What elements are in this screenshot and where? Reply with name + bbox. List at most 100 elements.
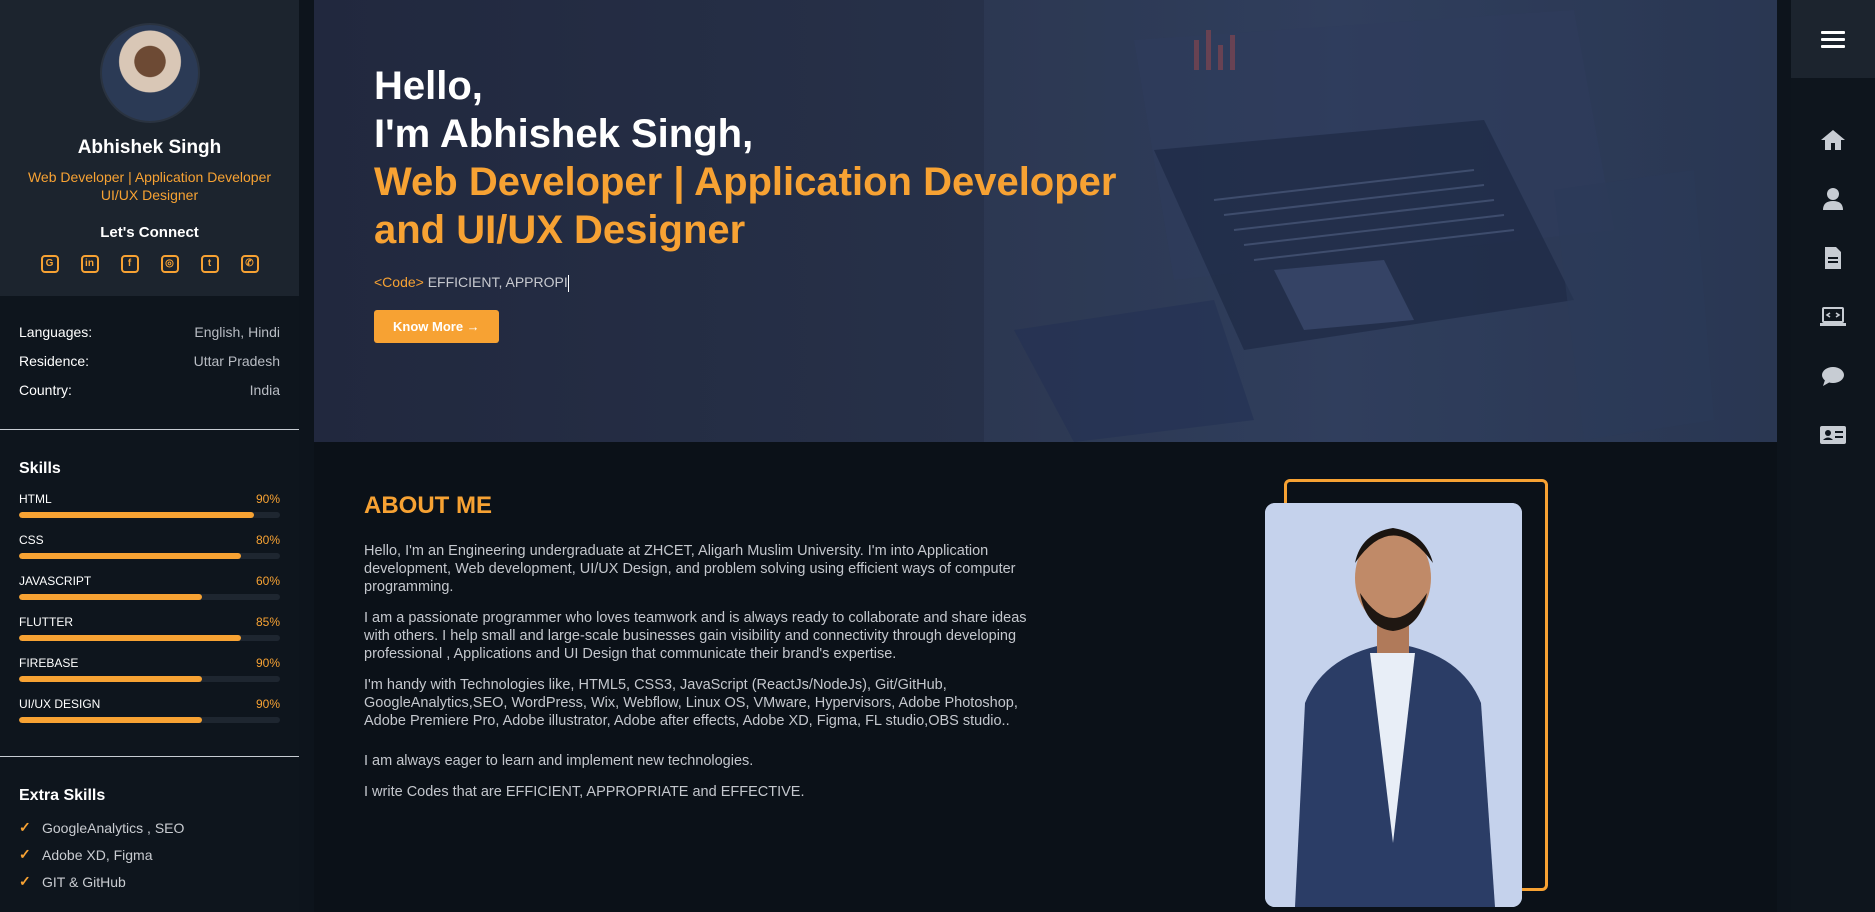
- about-paragraph: Hello, I'm an Engineering undergraduate …: [364, 543, 1016, 595]
- skill-bar-fill: [19, 553, 241, 559]
- info-key: Country:: [19, 382, 72, 398]
- person-illustration: [1265, 503, 1522, 907]
- skill-bar: [19, 676, 280, 682]
- hero-banner: Hello, I'm Abhishek Singh, Web Developer…: [314, 0, 1777, 442]
- skill-name: JAVASCRIPT: [19, 574, 92, 588]
- nav-card[interactable]: [1791, 405, 1875, 464]
- hero-role-line1: Web Developer | Application Developer: [374, 160, 1117, 204]
- github-icon[interactable]: G: [40, 255, 59, 273]
- hero-text: Hello, I'm Abhishek Singh, Web Developer…: [374, 62, 1116, 343]
- extra-skills-section: Extra Skills ✓ GoogleAnalytics , SEO ✓ Ado…: [0, 757, 299, 890]
- nav-contact[interactable]: [1791, 346, 1875, 405]
- comment-icon: [1822, 366, 1844, 386]
- extra-skill-label: Adobe XD, Figma: [42, 846, 153, 863]
- nav-portfolio[interactable]: [1791, 287, 1875, 346]
- info-row-languages: Languages: English, Hindi: [19, 324, 280, 340]
- twitter-icon[interactable]: t: [200, 255, 219, 273]
- whatsapp-icon[interactable]: ✆: [240, 255, 259, 273]
- check-icon: ✓: [19, 873, 31, 889]
- text-cursor: [567, 274, 569, 292]
- extra-skills-title: Extra Skills: [19, 787, 106, 804]
- file-icon: [1825, 246, 1841, 269]
- about-paragraph: I write Codes that are EFFICIENT, APPROP…: [364, 784, 805, 800]
- profile-role-line2: UI/UX Designer: [100, 187, 199, 203]
- user-icon: [1823, 187, 1843, 210]
- menu-button[interactable]: [1791, 0, 1875, 78]
- code-tag: <Code>: [374, 274, 424, 290]
- skill-flutter: FLUTTER 85%: [19, 615, 280, 641]
- facebook-icon[interactable]: f: [120, 255, 139, 273]
- extra-skill-label: GIT & GitHub: [42, 873, 126, 890]
- laptop-code-icon: [1820, 306, 1846, 326]
- instagram-icon[interactable]: ◎: [160, 255, 179, 273]
- profile-card: Abhishek Singh Web Developer | Applicati…: [0, 0, 299, 296]
- nav-resume[interactable]: [1791, 228, 1875, 287]
- info-key: Residence:: [19, 353, 90, 369]
- profile-photo: [1265, 503, 1522, 907]
- skill-percent: 90%: [255, 656, 280, 670]
- home-icon: [1821, 129, 1845, 150]
- hero-role-line2: and UI/UX Designer: [374, 208, 746, 252]
- profile-role-line1: Web Developer | Application Developer: [27, 169, 272, 185]
- skill-percent: 90%: [255, 697, 280, 711]
- info-value: English, Hindi: [194, 324, 280, 340]
- skill-name: FIREBASE: [19, 656, 79, 670]
- skill-bar-fill: [19, 635, 241, 641]
- skill-bar-fill: [19, 512, 254, 518]
- info-row-country: Country: India: [19, 382, 280, 398]
- about-title: ABOUT ME: [364, 492, 492, 519]
- connect-title: Let's Connect: [100, 224, 199, 241]
- nav-about[interactable]: [1791, 169, 1875, 228]
- skill-bar-fill: [19, 717, 202, 723]
- know-more-button[interactable]: Know More →: [374, 309, 499, 343]
- skill-bar: [19, 512, 280, 518]
- about-paragraph: I am always eager to learn and implement…: [364, 753, 754, 769]
- skill-bar: [19, 594, 280, 600]
- skill-name: HTML: [19, 492, 52, 506]
- linkedin-icon[interactable]: in: [80, 255, 99, 273]
- skill-bar: [19, 635, 280, 641]
- extra-skill-label: GoogleAnalytics , SEO: [42, 819, 185, 836]
- skill-percent: 60%: [255, 574, 280, 588]
- skill-name: UI/UX DESIGN: [19, 697, 101, 711]
- hero-greeting: Hello,: [374, 64, 483, 108]
- check-icon: ✓: [19, 819, 31, 835]
- nav-icon-list: [1791, 110, 1875, 464]
- skill-percent: 85%: [255, 615, 280, 629]
- skill-percent: 90%: [255, 492, 280, 506]
- skills-section: Skills HTML 90% CSS 80% JAVASCRIPT 60% FLUT…: [0, 430, 299, 757]
- typing-line: <Code> EFFICIENT, APPROPI: [374, 274, 1116, 292]
- skill-html: HTML 90%: [19, 492, 280, 518]
- skill-css: CSS 80%: [19, 533, 280, 559]
- info-row-residence: Residence: Uttar Pradesh: [19, 353, 280, 369]
- skill-name: CSS: [19, 533, 44, 547]
- id-card-icon: [1820, 425, 1846, 444]
- left-sidebar: Abhishek Singh Web Developer | Applicati…: [0, 0, 299, 912]
- skill-bar-fill: [19, 676, 202, 682]
- skill-bar-fill: [19, 594, 202, 600]
- skills-title: Skills: [19, 460, 61, 477]
- main-content: Hello, I'm Abhishek Singh, Web Developer…: [314, 0, 1777, 912]
- about-paragraph: I am a passionate programmer who loves t…: [364, 610, 1027, 662]
- profile-name: Abhishek Singh: [77, 137, 222, 158]
- about-section: ABOUT ME Hello, I'm an Engineering under…: [364, 492, 1044, 801]
- profile-role: Web Developer | Application Developer UI…: [0, 168, 299, 204]
- nav-home[interactable]: [1791, 110, 1875, 169]
- skill-bar: [19, 717, 280, 723]
- extra-skill-item: ✓ GIT & GitHub: [19, 873, 280, 890]
- right-navigation: [1791, 0, 1875, 912]
- info-value: India: [249, 382, 280, 398]
- hero-name: I'm Abhishek Singh,: [374, 112, 754, 156]
- info-key: Languages:: [19, 324, 93, 340]
- personal-info: Languages: English, Hindi Residence: Utt…: [0, 296, 299, 430]
- info-value: Uttar Pradesh: [193, 353, 280, 369]
- extra-skill-item: ✓ Adobe XD, Figma: [19, 846, 280, 863]
- skill-javascript: JAVASCRIPT 60%: [19, 574, 280, 600]
- typed-text: EFFICIENT, APPROPI: [423, 274, 568, 290]
- skill-uiux-design: UI/UX DESIGN 90%: [19, 697, 280, 723]
- avatar: [99, 23, 200, 123]
- social-links: G in f ◎ t ✆: [0, 255, 299, 273]
- skill-name: FLUTTER: [19, 615, 73, 629]
- skill-bar: [19, 553, 280, 559]
- extra-skill-item: ✓ GoogleAnalytics , SEO: [19, 819, 280, 836]
